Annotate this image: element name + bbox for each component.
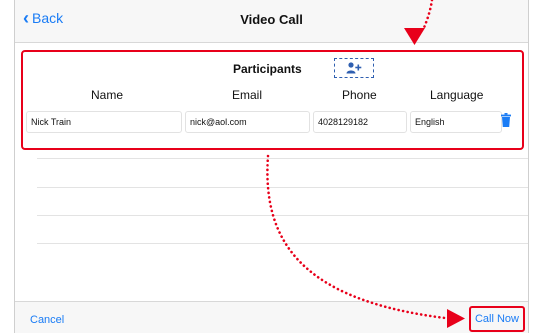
participant-language-field[interactable]: English — [410, 111, 502, 133]
participant-name-field[interactable]: Nick Train — [26, 111, 182, 133]
video-call-screen: ‹ Back Video Call Participants Name Emai… — [14, 0, 529, 333]
cancel-button[interactable]: Cancel — [30, 314, 64, 326]
trash-icon — [501, 113, 511, 127]
navigation-bar: ‹ Back Video Call — [15, 0, 528, 43]
divider — [37, 215, 528, 216]
column-header-language: Language — [430, 88, 484, 102]
divider — [37, 187, 528, 188]
divider — [37, 158, 528, 159]
bottom-toolbar: Cancel Call Now — [15, 301, 528, 333]
participant-phone-field[interactable]: 4028129182 — [313, 111, 407, 133]
participants-panel: Participants Name Email Phone Language N… — [21, 50, 524, 150]
participants-title: Participants — [233, 62, 302, 76]
call-now-label: Call Now — [474, 313, 519, 325]
participant-email-field[interactable]: nick@aol.com — [185, 111, 310, 133]
divider — [37, 243, 528, 244]
call-now-button[interactable]: Call Now — [469, 306, 525, 332]
delete-participant-button[interactable] — [501, 113, 511, 132]
add-participant-button[interactable] — [334, 58, 374, 78]
column-header-phone: Phone — [342, 88, 377, 102]
add-user-icon — [346, 62, 362, 74]
column-header-name: Name — [91, 88, 124, 102]
page-title: Video Call — [240, 12, 303, 27]
column-header-email: Email — [232, 88, 263, 102]
